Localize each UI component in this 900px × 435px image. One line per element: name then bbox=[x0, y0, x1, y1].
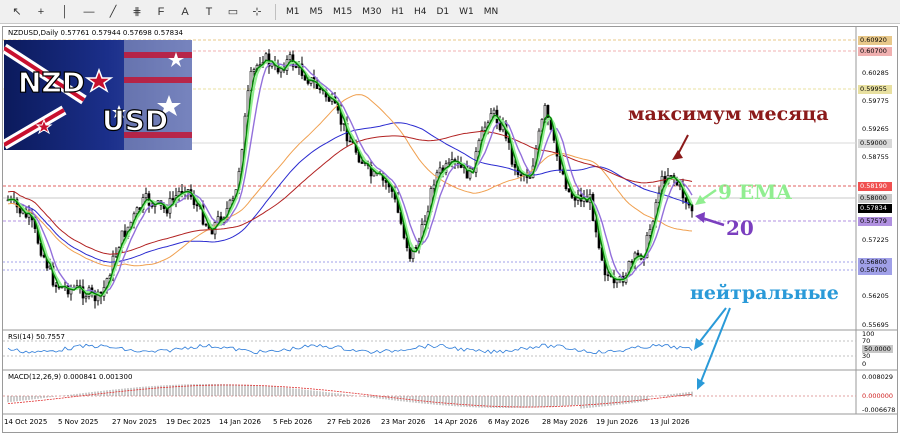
candle-body bbox=[573, 197, 577, 201]
candle-body bbox=[438, 167, 442, 174]
candle-body bbox=[54, 284, 58, 287]
candle-body bbox=[288, 54, 292, 60]
neutral-rsi-arrow bbox=[697, 307, 727, 345]
price-label: 0.56205 bbox=[862, 292, 889, 300]
date-label: 5 Feb 2026 bbox=[273, 418, 313, 426]
candle-body bbox=[195, 204, 199, 207]
candle-body bbox=[606, 274, 610, 277]
date-label: 19 Jun 2026 bbox=[596, 418, 639, 426]
price-label: 0.58190 bbox=[858, 182, 892, 191]
candle-body bbox=[432, 184, 436, 189]
candle-body bbox=[360, 161, 364, 164]
date-label: 6 May 2026 bbox=[488, 418, 530, 426]
price-label: 0.60700 bbox=[858, 47, 892, 56]
candle-body bbox=[567, 188, 571, 193]
candle-body bbox=[519, 174, 523, 176]
symbol-label: NZDUSD,Daily 0.57761 0.57944 0.57698 0.5… bbox=[8, 29, 184, 37]
date-label: 14 Apr 2026 bbox=[434, 418, 478, 426]
annotation-ema: 9 EMA bbox=[718, 180, 792, 204]
rsi-label: RSI(14) 50.7557 bbox=[8, 333, 65, 341]
candle-body bbox=[498, 122, 502, 131]
candle-body bbox=[447, 161, 451, 165]
date-label: 27 Nov 2025 bbox=[112, 418, 157, 426]
nzd-usd-flag-image: NZD USD bbox=[4, 40, 192, 150]
date-label: 28 May 2026 bbox=[542, 418, 588, 426]
price-label: 0.57834 bbox=[858, 204, 892, 213]
annotation-twenty: 20 bbox=[726, 216, 754, 240]
annotation-month-max: максимум месяца bbox=[628, 103, 829, 125]
price-label: 0.58755 bbox=[862, 153, 889, 161]
candle-body bbox=[294, 66, 298, 68]
date-label: 14 Jan 2026 bbox=[219, 418, 261, 426]
neutral-macd-arrow bbox=[699, 307, 731, 385]
candle-body bbox=[648, 229, 652, 236]
date-label: 23 Mar 2026 bbox=[381, 418, 426, 426]
price-label: 0.57225 bbox=[862, 236, 889, 244]
candle-body bbox=[513, 163, 517, 168]
macd-label: MACD(12,26,9) 0.000841 0.001300 bbox=[8, 373, 133, 381]
price-label: 0.56700 bbox=[858, 266, 892, 275]
candle-body bbox=[171, 198, 175, 201]
date-label: 27 Feb 2026 bbox=[327, 418, 371, 426]
date-label: 13 Jul 2026 bbox=[650, 418, 690, 426]
flag-nzd-text: NZD bbox=[18, 66, 85, 99]
candle-body bbox=[636, 252, 640, 256]
macd-scale-label: 0.000000 bbox=[862, 392, 894, 400]
candle-body bbox=[84, 296, 88, 299]
candle-body bbox=[630, 261, 634, 263]
price-label: 0.60920 bbox=[858, 36, 892, 45]
rsi-scale-label: 0 bbox=[862, 360, 867, 368]
candle-body bbox=[144, 193, 148, 199]
candle-body bbox=[252, 69, 256, 72]
candle-body bbox=[423, 220, 427, 225]
rsi-scale-label: 30 bbox=[862, 352, 871, 360]
price-label: 0.59775 bbox=[862, 97, 889, 105]
annotation-neutral: нейтральные bbox=[690, 282, 839, 304]
candle-body bbox=[204, 223, 208, 226]
price-label: 0.60285 bbox=[862, 69, 889, 77]
price-label: 0.58000 bbox=[858, 194, 892, 203]
candle-body bbox=[114, 253, 118, 257]
candle-body bbox=[318, 88, 322, 90]
price-label: 0.55695 bbox=[862, 321, 889, 329]
price-label: 0.59955 bbox=[858, 85, 892, 94]
candle-body bbox=[669, 175, 673, 177]
price-label: 0.59000 bbox=[858, 139, 892, 148]
date-label: 19 Dec 2025 bbox=[166, 418, 211, 426]
date-label: 5 Nov 2025 bbox=[58, 418, 99, 426]
candle-body bbox=[348, 140, 352, 143]
candle-body bbox=[528, 177, 532, 179]
candle-body bbox=[546, 105, 550, 121]
candle-body bbox=[492, 109, 496, 114]
rsi-scale-label: 70 bbox=[862, 337, 871, 345]
macd-scale-label: 0.008029 bbox=[862, 373, 894, 381]
candle-body bbox=[327, 96, 331, 102]
candle-body bbox=[306, 79, 310, 84]
price-label: 0.59265 bbox=[862, 125, 889, 133]
month-max-arrowhead bbox=[672, 150, 683, 160]
rsi-line bbox=[7, 343, 693, 355]
price-label: 0.57579 bbox=[858, 217, 892, 226]
flag-usd-text: USD bbox=[102, 104, 168, 137]
date-label: 14 Oct 2025 bbox=[4, 418, 48, 426]
macd-scale-label: -0.006678 bbox=[862, 406, 896, 414]
